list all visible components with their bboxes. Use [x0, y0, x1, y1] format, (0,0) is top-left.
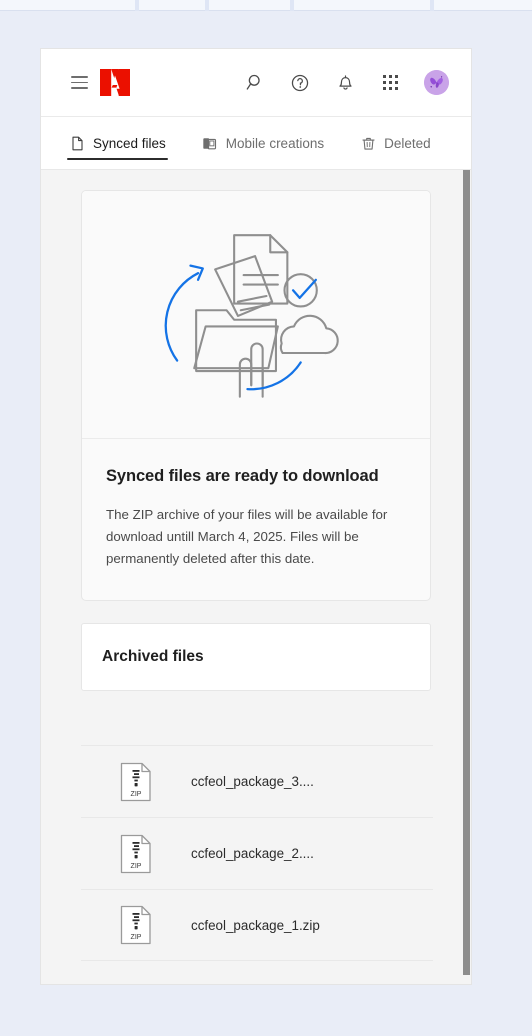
tab-synced-files[interactable]: Synced files	[67, 117, 168, 170]
file-name: ccfeol_package_2....	[191, 846, 314, 861]
tab-bar: Synced files Mobile creations Deleted	[41, 117, 471, 170]
sync-documents-cloud-illustration	[82, 191, 430, 439]
tab-deleted[interactable]: Deleted	[358, 117, 433, 170]
user-avatar[interactable]	[424, 70, 449, 95]
svg-text:ZIP: ZIP	[131, 791, 142, 798]
hero-text-block: Synced files are ready to download The Z…	[82, 439, 430, 600]
mobile-devices-icon	[202, 135, 218, 151]
adobe-logo[interactable]	[100, 69, 130, 96]
tab-mobile-creations[interactable]: Mobile creations	[200, 117, 326, 170]
hamburger-menu-icon[interactable]	[71, 76, 88, 89]
app-switcher-grid-icon[interactable]	[379, 72, 401, 94]
synced-files-ready-card: Synced files are ready to download The Z…	[81, 190, 431, 601]
tab-label: Mobile creations	[225, 135, 325, 151]
file-icon	[69, 135, 85, 151]
file-list: ZIP ccfeol_package_3.... ZIP ccfeol_pack…	[81, 745, 433, 961]
file-row[interactable]: ZIP ccfeol_package_2....	[81, 817, 433, 889]
notifications-bell-icon[interactable]	[334, 72, 356, 94]
header-icon-group	[244, 70, 449, 95]
file-row[interactable]: ZIP ccfeol_package_1.zip	[81, 889, 433, 961]
file-name: ccfeol_package_1.zip	[191, 917, 320, 933]
file-row[interactable]: ZIP ccfeol_package_3....	[81, 745, 433, 817]
scrollbar-thumb[interactable]	[463, 170, 470, 975]
archived-files-title: Archived files	[102, 648, 204, 665]
tab-label: Deleted	[384, 135, 431, 151]
help-icon[interactable]	[289, 72, 311, 94]
content-area: Synced files are ready to download The Z…	[41, 170, 471, 984]
zip-file-icon: ZIP	[81, 905, 191, 945]
tab-label: Synced files	[93, 135, 166, 151]
svg-text:ZIP: ZIP	[131, 934, 142, 941]
app-header	[41, 49, 471, 117]
browser-chrome-strip	[0, 0, 532, 11]
search-icon[interactable]	[244, 72, 266, 94]
trash-icon	[360, 135, 376, 151]
app-window: Synced files Mobile creations Deleted Sy…	[40, 48, 472, 985]
zip-file-icon: ZIP	[81, 834, 191, 874]
file-name: ccfeol_package_3....	[191, 774, 314, 789]
hero-description: The ZIP archive of your files will be av…	[106, 507, 388, 566]
zip-file-icon: ZIP	[81, 762, 191, 802]
svg-text:ZIP: ZIP	[131, 863, 142, 870]
scrollbar-track[interactable]	[461, 170, 471, 984]
page-title: Synced files are ready to download	[106, 467, 379, 485]
archived-files-card[interactable]: Archived files	[81, 623, 431, 691]
